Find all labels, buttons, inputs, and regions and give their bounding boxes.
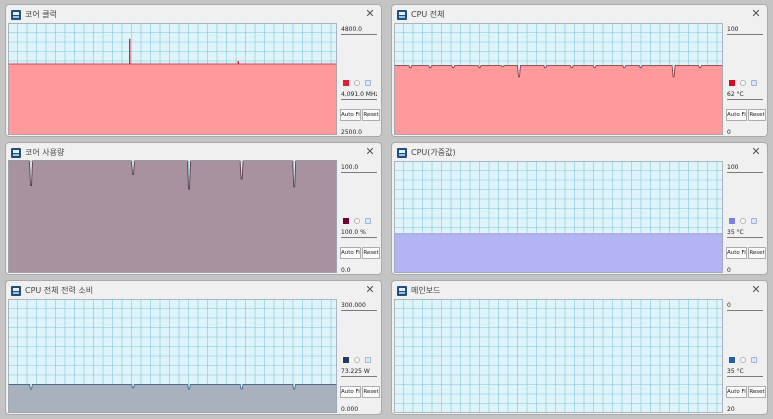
panel-core-clock: 코어 클럭 ✕ 4800.0 4,091.0 MHz Auto Fit Rese… [5,4,382,137]
series-controls [343,357,379,364]
min-value-label: 0 [727,128,763,136]
auto-fit-button[interactable]: Auto Fit [726,247,747,259]
graph-buttons: Auto Fit Reset [340,247,380,259]
min-value-label: 0 [727,266,763,274]
panel-sidebar: 100.0 100.0 % Auto Fit Reset 0.0 [339,163,381,274]
panel-cpu-package-power: CPU 전체 전력 소비 ✕ 300.000 73.225 W Auto Fit… [5,280,382,415]
max-value-label: 4800.0 [341,25,377,35]
series-controls [343,218,379,225]
series-area [8,64,337,135]
sensor-graph [8,23,337,135]
panel-sidebar: 0 35 °C Auto Fit Reset 20 [725,301,767,414]
max-value-label: 100 [727,25,763,35]
max-value-label: 100 [727,163,763,173]
graph-buttons: Auto Fit Reset [726,386,766,398]
reset-button[interactable]: Reset [748,247,766,259]
pin-icon[interactable] [365,218,371,224]
current-value-label: 35 °C [727,367,763,377]
series-color-swatch[interactable] [343,357,349,363]
panel-sidebar: 4800.0 4,091.0 MHz Auto Fit Reset 2500.0 [339,25,381,136]
sensor-graph [394,23,723,135]
panel-cpu-weighted: CPU(가중값) ✕ 100 35 °C Auto Fit Reset 0 [391,142,768,275]
series-visibility-toggle[interactable] [740,218,746,224]
panel-core-usage: 코어 사용량 ✕ 100.0 100.0 % Auto Fit Reset 0.… [5,142,382,275]
pin-icon[interactable] [751,80,757,86]
series-visibility-toggle[interactable] [740,357,746,363]
series-controls [729,357,765,364]
auto-fit-button[interactable]: Auto Fit [726,109,747,121]
current-value-label: 62 °C [727,90,763,100]
auto-fit-button[interactable]: Auto Fit [726,386,747,398]
max-value-label: 0 [727,301,763,311]
panel-sidebar: 100 35 °C Auto Fit Reset 0 [725,163,767,274]
series-area [394,233,723,273]
pin-icon[interactable] [365,357,371,363]
graph-buttons: Auto Fit Reset [726,247,766,259]
pin-icon[interactable] [365,80,371,86]
reset-button[interactable]: Reset [362,109,380,121]
current-value-label: 35 °C [727,228,763,238]
panel-motherboard: 메인보드 ✕ 0 35 °C Auto Fit Reset 20 [391,280,768,415]
pin-icon[interactable] [751,218,757,224]
sensor-graph [8,160,337,273]
series-visibility-toggle[interactable] [354,357,360,363]
series-color-swatch[interactable] [729,80,735,86]
series-controls [343,80,379,87]
max-value-label: 300.000 [341,301,377,311]
min-value-label: 20 [727,405,763,414]
series-visibility-toggle[interactable] [354,218,360,224]
graph-buttons: Auto Fit Reset [726,109,766,121]
auto-fit-button[interactable]: Auto Fit [340,109,361,121]
min-value-label: 0.0 [341,266,377,274]
panel-sidebar: 300.000 73.225 W Auto Fit Reset 0.000 [339,301,381,414]
graph-buttons: Auto Fit Reset [340,109,380,121]
series-controls [729,80,765,87]
max-value-label: 100.0 [341,163,377,173]
auto-fit-button[interactable]: Auto Fit [340,386,361,398]
panel-cpu-total: CPU 전체 ✕ 100 62 °C Auto Fit Reset 0 [391,4,768,137]
pin-icon[interactable] [751,357,757,363]
sensor-graph [394,299,723,413]
reset-button[interactable]: Reset [748,109,766,121]
current-value-label: 73.225 W [341,367,377,377]
graph-buttons: Auto Fit Reset [340,386,380,398]
current-value-label: 100.0 % [341,228,377,238]
min-value-label: 0.000 [341,405,377,414]
series-color-swatch[interactable] [729,218,735,224]
reset-button[interactable]: Reset [362,247,380,259]
reset-button[interactable]: Reset [362,386,380,398]
series-visibility-toggle[interactable] [740,80,746,86]
series-area [8,161,337,273]
auto-fit-button[interactable]: Auto Fit [340,247,361,259]
series-visibility-toggle[interactable] [354,80,360,86]
series-color-swatch[interactable] [729,357,735,363]
sensor-graph [394,161,723,273]
series-controls [729,218,765,225]
min-value-label: 2500.0 [341,128,377,136]
panel-sidebar: 100 62 °C Auto Fit Reset 0 [725,25,767,136]
series-area [8,384,337,413]
series-color-swatch[interactable] [343,80,349,86]
series-color-swatch[interactable] [343,218,349,224]
current-value-label: 4,091.0 MHz [341,91,377,100]
reset-button[interactable]: Reset [748,386,766,398]
sensor-graph [8,299,337,413]
